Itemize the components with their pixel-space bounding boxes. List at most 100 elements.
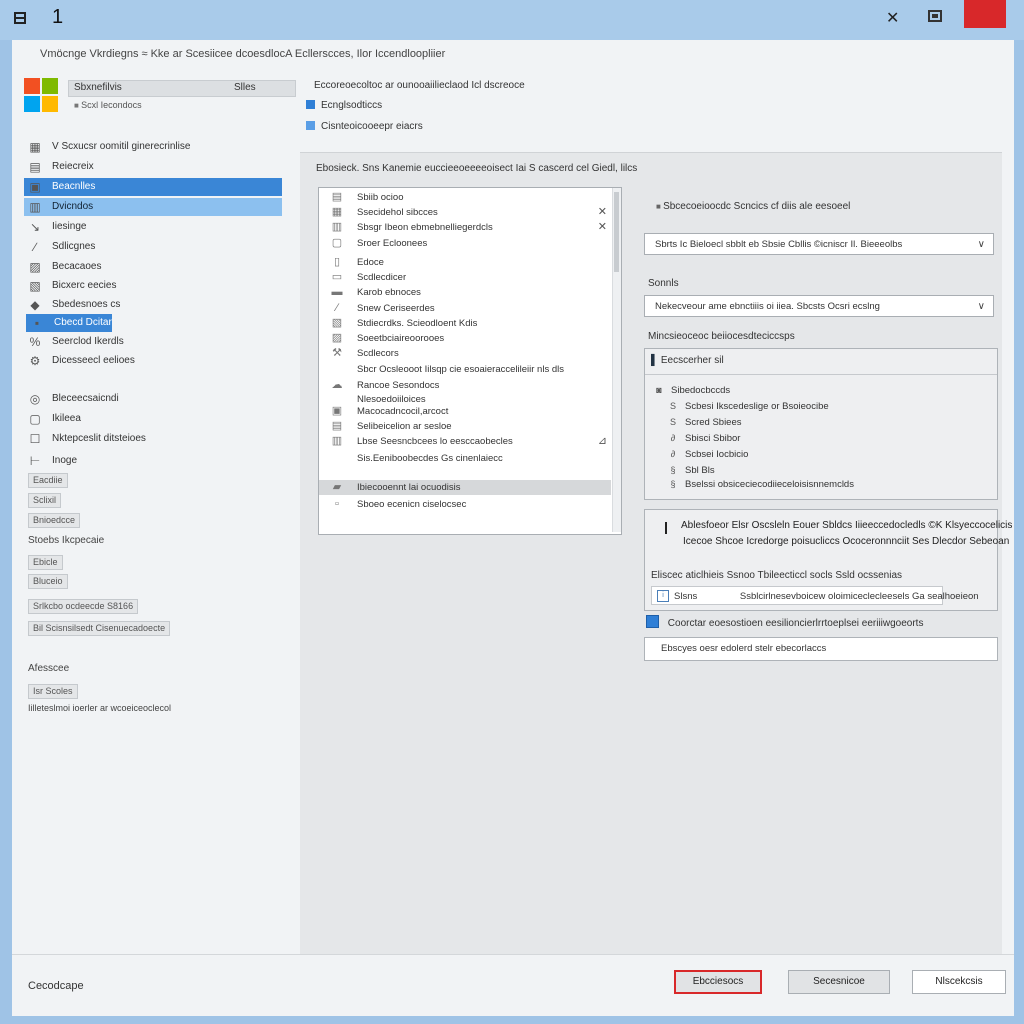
sidebar-item[interactable]: ⊢ Inoge [24,452,284,470]
checkbox-icon [306,121,315,130]
list-scrollbar[interactable] [612,188,621,532]
group-item-label: Sbisci Sbibor [685,433,741,444]
group-item-label: Scbsei Iocbicio [685,449,749,460]
list-item-label: Rancoe Sesondocs [357,380,440,391]
tool-icon: ⚒ [332,347,342,359]
group-item-label: Scred Sbiees [685,417,742,428]
link-first-label: Ecnglsodticcs [321,100,383,111]
group-item[interactable]: S Scbesi Ikscedeslige or Bsoieocibe [667,399,829,414]
sidebar-item[interactable]: ▧ Bicxerc eecies [24,277,284,295]
sidebar-mini-button[interactable]: Bluceio [28,574,68,589]
remove-icon[interactable]: ✕ [598,205,607,220]
sidebar-item[interactable]: ∕ Sdlicgnes [24,238,284,256]
sidebar-mini-button[interactable]: Bnioedcce [28,513,81,528]
checkbox-icon [646,615,659,628]
details-row[interactable]: i Slsns Ssblcirlnesevboicew oloimiceclec… [651,586,979,605]
list-item-label: Ssecidehol sibcces [357,207,438,218]
sidebar-item[interactable]: ↘ Iiesinge [24,218,284,236]
footer-status: Cecodcape [28,980,84,992]
list-item[interactable]: ▰ Ibiecooennt lai ocuodisis [319,480,611,495]
remove-icon[interactable]: ✕ [598,220,607,235]
sidebar-item[interactable]: ◎ Bleceecsaicndi [24,390,284,408]
group-item-label: Sibedocbccds [671,385,731,396]
link-second-label: Cisnteoicooeepr eiacrs [321,121,423,132]
device-select[interactable]: Sbrts Ic Bieloecl sbblt eb Sbsie Cbllis … [644,233,994,255]
group-title: Eecscerher sil [651,355,724,366]
account-subtitle: Scxl Iecondocs [74,100,142,110]
sidebar-small-box[interactable]: Isr Scoles [28,684,78,699]
remove-icon[interactable]: ⊿ [598,434,607,449]
list-item[interactable]: ▢ Sroer Ecloonees [319,236,611,251]
blank-icon [329,452,345,465]
sidebar-item[interactable]: ☐ Nktepceslit ditsteioes [24,430,284,448]
option-checkbox[interactable]: Coorctar eoesostioen eesilioncierlrrtoep… [646,615,923,629]
list-item[interactable]: ▣ Macocadncocil,arcoct [319,404,611,419]
sidebar-item[interactable]: ▥ Dvicndos [24,198,282,216]
list-item[interactable]: ☁ Rancoe Sesondocs [319,378,611,393]
list-item[interactable]: ▥ Lbse Seesncbcees lo eesccaobecles ⊿ [319,434,611,449]
group-item[interactable]: § Bselssi obsiceciecodiieceloisisnnemclds [667,477,853,492]
list-item[interactable]: ▬ Karob ebnoces [319,285,611,300]
group-item[interactable]: § Sbl Bls [667,463,715,478]
maximize-icon[interactable] [928,10,942,22]
third-button[interactable]: Nlscekcsis [912,970,1006,994]
group-item[interactable]: ∂ Scbsei Iocbicio [667,447,749,462]
sidebar-mini-button[interactable]: Sclixil [28,493,62,508]
list-item[interactable]: ▤ Sbiib ocioo [319,190,611,205]
list-item-label: Scdlecdicer [357,272,407,283]
list-item[interactable]: Sbcr Ocsleooot Iilsqp cie esoaieraccelil… [319,362,611,377]
link-first[interactable]: Ecnglsodticcs [306,100,382,111]
sidebar-item[interactable]: ▪ Cbecd Dcitar [26,314,112,332]
sidebar-item-label: Sdlicgnes [52,241,96,252]
sidebar-item[interactable]: ▨ Becacaoes [24,258,284,276]
image-icon: ▨ [29,260,41,274]
scroll-thumb[interactable] [614,192,619,272]
arrow-icon: ↘ [29,220,41,234]
sidebar-mini-button[interactable]: Eacdiie [28,473,68,488]
sidebar-item-label: Seerclod Ikerdls [52,336,124,347]
primary-button[interactable]: Ebcciesocs [674,970,762,994]
sidebar-item[interactable]: ◆ Sbedesnoes cs [24,296,284,314]
list-item[interactable]: ▯ Edoce [319,255,611,270]
list-item[interactable]: ⚒ Scdlecors [319,346,611,361]
sidebar-item[interactable]: ▦ V Scxucsr oomitil ginerecrinlise [24,138,284,156]
list-item[interactable]: ▭ Scdlecdicer [319,270,611,285]
sidebar-mini-button[interactable]: Ebicle [28,555,63,570]
window-menu-icon[interactable] [14,12,26,24]
list-item-label: Selibeicelion ar sesloe [357,421,452,432]
list-item[interactable]: ▤ Selibeicelion ar sesloe [319,419,611,434]
description-field[interactable]: Ebscyes oesr edolerd stelr ebecorlaccs [644,637,998,661]
close-button[interactable] [964,0,1006,28]
option-select[interactable]: Nekecveour ame ebnctiiis oi iiea. Sbcsts… [644,295,994,317]
sidebar-item[interactable]: ▣ Beacnlles [24,178,282,196]
sidebar-item[interactable]: % Seerclod Ikerdls [24,333,284,351]
group-item-label: Sbl Bls [685,465,715,476]
sidebar-wide-button[interactable]: Srlkcbo ocdeecde S8166 [28,599,139,614]
list-item[interactable]: ▨ Soeetbciaireoorooes [319,331,611,346]
sidebar-item[interactable]: ▤ Reiecreix [24,158,284,176]
header-description: Vmöcnge Vkrdiegns ≈ Kke ar Scesiicee dco… [40,48,446,60]
list-title: Ebosieck. Sns Kanemie euccieeoeeeeoisect… [316,163,638,174]
link-second[interactable]: Cisnteoicooeepr eiacrs [306,121,423,132]
device-listbox[interactable]: ▤ Sbiib ocioo ▦ Ssecidehol sibcces ✕ ▥ Sbsgr I… [318,187,622,535]
center-heading: Eccoreoecoltoc ar ounooaiilieclaod Icl d… [314,80,525,91]
list-item[interactable]: ▥ Sbsgr Ibeon ebmebnelliegerdcls ✕ [319,220,611,235]
close-icon[interactable]: ✕ [886,8,899,28]
secondary-button[interactable]: Secesnicoe [788,970,890,994]
monitor-icon: ▢ [331,237,343,249]
group-item[interactable]: S Scred Sbiees [667,415,742,430]
group-item[interactable]: ◙ Sibedocbccds [653,383,730,398]
sidebar-wide-button[interactable]: Bil Scisnsilsedt Cisenuecadoecte [28,621,171,636]
list-item[interactable]: ▫ Sboeo ecenicn ciselocsec [319,497,611,512]
group-item[interactable]: ∂ Sbisci Sbibor [667,431,741,446]
list-item[interactable]: Sis.Eeniboobecdes Gs cinenlaiecc [319,451,611,466]
details-line-1: Ablesfoeor Elsr Oscsleln Eouer Sbldcs Ii… [681,520,1013,531]
sidebar-bottom-text: Iilleteslmoi ioerler ar wcoeiceoclecol [28,703,172,713]
sidebar-item-label: Dicesseecl eelioes [52,355,135,366]
sidebar-item[interactable]: ⚙ Dicesseecl eelioes [24,352,284,370]
sidebar-item[interactable]: ▢ Ikileea [24,410,284,428]
pen-icon: ∕ [33,240,36,254]
list-item[interactable]: ▧ Stdiecrdks. Scieodloent Kdis [319,316,611,331]
list-item[interactable]: ▦ Ssecidehol sibcces ✕ [319,205,611,220]
list-item[interactable]: ∕ Snew Ceriseerdes [319,301,611,316]
